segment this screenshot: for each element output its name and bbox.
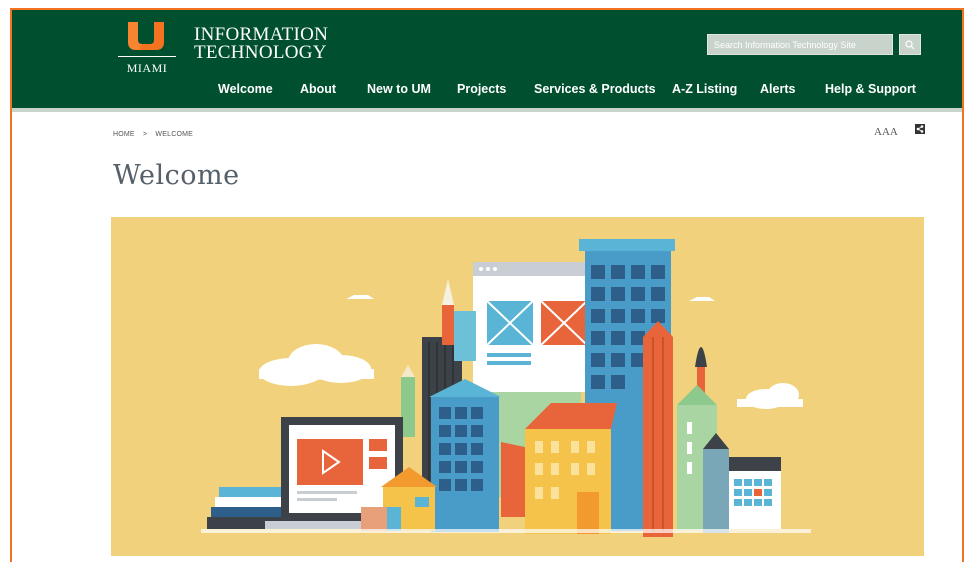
share-icon[interactable] (915, 124, 925, 134)
main-nav: Welcome About New to UM Projects Service… (12, 82, 962, 102)
nav-alerts[interactable]: Alerts (760, 82, 795, 96)
text-size-toggle[interactable]: AAA (874, 122, 898, 140)
cloud-right (737, 383, 803, 409)
breadcrumb-separator: > (142, 131, 148, 138)
nav-projects[interactable]: Projects (457, 82, 506, 96)
page-frame: MIAMI INFORMATION TECHNOLOGY Welcome Abo… (10, 8, 964, 562)
breadcrumb-current: WELCOME (155, 131, 193, 138)
nav-welcome[interactable]: Welcome (218, 82, 273, 96)
um-logo[interactable]: MIAMI (118, 22, 178, 75)
nav-new-to-um[interactable]: New to UM (367, 82, 431, 96)
site-header: MIAMI INFORMATION TECHNOLOGY Welcome Abo… (12, 10, 962, 112)
nav-about[interactable]: About (300, 82, 336, 96)
logo-rule (118, 56, 176, 57)
search-button[interactable] (899, 34, 921, 55)
text-size-label: AAA (874, 126, 898, 138)
cloud-left (259, 344, 374, 386)
nav-services-products[interactable]: Services & Products (534, 82, 656, 96)
hero-illustration (111, 217, 924, 556)
search-icon (905, 39, 915, 49)
logo-wordmark: MIAMI (126, 61, 168, 75)
nav-help-support[interactable]: Help & Support (825, 82, 916, 96)
nav-a-z-listing[interactable]: A-Z Listing (672, 82, 737, 96)
u-logo-icon (128, 22, 164, 50)
site-title[interactable]: INFORMATION TECHNOLOGY (194, 25, 328, 63)
site-title-line2: TECHNOLOGY (194, 42, 327, 63)
city-illustration (201, 239, 811, 537)
breadcrumb: HOME > WELCOME (113, 131, 199, 138)
top-strip (0, 0, 971, 8)
breadcrumb-home[interactable]: HOME (113, 131, 135, 138)
page-title: Welcome (113, 160, 240, 191)
search-input[interactable] (707, 34, 893, 55)
